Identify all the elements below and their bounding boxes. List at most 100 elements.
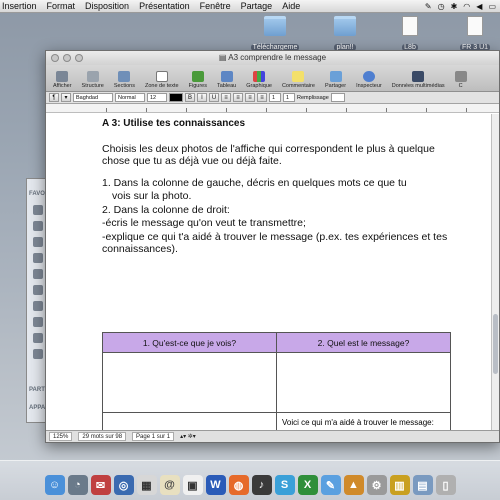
excel-icon[interactable]: X xyxy=(297,475,318,495)
desktop-icon-downloads[interactable]: Téléchargeme xyxy=(246,16,304,54)
finder-item-icon[interactable] xyxy=(33,237,43,247)
calendar-icon[interactable]: ▦ xyxy=(136,475,157,495)
bluetooth-icon[interactable]: ✱ xyxy=(451,2,458,11)
toolbar-partager[interactable]: Partager xyxy=(321,71,350,89)
scroll-thumb[interactable] xyxy=(493,314,498,374)
toolbar-figures[interactable]: Figures xyxy=(185,71,211,89)
finder-item-icon[interactable] xyxy=(33,221,43,231)
finder-item-icon[interactable] xyxy=(33,301,43,311)
text-color-well[interactable] xyxy=(169,93,183,102)
minimize-icon[interactable] xyxy=(63,54,71,62)
toolbar-colors[interactable]: C xyxy=(451,71,471,89)
finder-item-icon[interactable] xyxy=(33,333,43,343)
toolbar-multimedia[interactable]: Données multimédias xyxy=(388,71,449,89)
paragraph-style-button[interactable]: ▾ xyxy=(61,93,71,102)
app-icon[interactable]: ▥ xyxy=(389,475,410,495)
align-left-button[interactable]: ≡ xyxy=(221,93,231,102)
ruler-tick xyxy=(266,108,267,112)
align-right-button[interactable]: ≡ xyxy=(245,93,255,102)
menu-partage[interactable]: Partage xyxy=(236,1,278,11)
answer-table[interactable]: 1. Qu'est-ce que je vois? 2. Quel est le… xyxy=(102,332,451,430)
menu-fenetre[interactable]: Fenêtre xyxy=(195,1,236,11)
ruler-tick xyxy=(346,108,347,112)
safari-icon[interactable]: ◎ xyxy=(113,475,134,495)
align-center-button[interactable]: ≡ xyxy=(233,93,243,102)
table-cell[interactable] xyxy=(276,352,451,413)
zoom-select[interactable]: 125% xyxy=(49,432,73,441)
word-icon[interactable]: W xyxy=(205,475,226,495)
pages-icon[interactable]: ✎ xyxy=(320,475,341,495)
firefox-icon[interactable]: ◍ xyxy=(228,475,249,495)
menu-insertion[interactable]: Insertion xyxy=(0,1,42,11)
table-cell-help[interactable]: Voici ce qui m'a aidé à trouver le messa… xyxy=(276,412,451,430)
finder-item-icon[interactable] xyxy=(33,269,43,279)
toolbar-tableau[interactable]: Tableau xyxy=(213,71,240,89)
menu-presentation[interactable]: Présentation xyxy=(134,1,195,11)
underline-button[interactable]: U xyxy=(209,93,219,102)
table-cell[interactable] xyxy=(102,412,277,430)
justify-button[interactable]: ≡ xyxy=(257,93,267,102)
font-size-select[interactable]: 12 xyxy=(147,93,167,102)
toolbar-textbox[interactable]: Zone de texte xyxy=(141,71,183,89)
document-canvas[interactable]: A 3: Utilise tes connaissances Choisis l… xyxy=(46,114,491,430)
menu-aide[interactable]: Aide xyxy=(277,1,305,11)
document-page[interactable]: A 3: Utilise tes connaissances Choisis l… xyxy=(102,118,457,257)
downloads-stack-icon[interactable]: ▤ xyxy=(412,475,433,495)
font-family-select[interactable]: Baghdad xyxy=(73,93,113,102)
font-style-select[interactable]: Normal xyxy=(115,93,145,102)
bold-button[interactable]: B xyxy=(185,93,195,102)
line-spacing-field[interactable]: 1 xyxy=(269,93,281,102)
desktop-icon-plan[interactable]: plan!! xyxy=(316,16,374,54)
music-icon[interactable]: ♪ xyxy=(251,475,272,495)
table-icon xyxy=(220,71,233,82)
styles-drawer-button[interactable]: ¶ xyxy=(49,93,59,102)
finder-item-icon[interactable] xyxy=(33,317,43,327)
toolbar-sections[interactable]: Sections xyxy=(110,71,139,89)
timemachine-icon[interactable]: ◷ xyxy=(438,2,445,11)
table-header-cell[interactable]: 1. Qu'est-ce que je vois? xyxy=(102,332,277,353)
menu-format[interactable]: Format xyxy=(42,1,81,11)
address-book-icon[interactable]: @ xyxy=(159,475,180,495)
skype-icon[interactable]: S xyxy=(274,475,295,495)
toolbar-inspecteur[interactable]: Inspecteur xyxy=(352,71,386,89)
toolbar-structure[interactable]: Structure xyxy=(78,71,108,89)
script-icon[interactable]: ✎ xyxy=(425,2,432,11)
trash-icon[interactable]: ▯ xyxy=(435,475,456,495)
toolbar-commentaire[interactable]: Commentaire xyxy=(278,71,319,89)
vertical-scrollbar[interactable] xyxy=(491,114,499,430)
toolbar-label: Partager xyxy=(324,83,347,89)
toolbar-label: C xyxy=(458,83,463,89)
dashboard-icon[interactable]: ◔ xyxy=(67,475,88,495)
toolbar-afficher[interactable]: Afficher xyxy=(49,71,76,89)
menu-disposition[interactable]: Disposition xyxy=(80,1,134,11)
finder-item-icon[interactable] xyxy=(33,285,43,295)
toolbar-label: Structure xyxy=(81,83,104,89)
toolbar-graphique[interactable]: Graphique xyxy=(242,71,276,89)
fill-color-well[interactable] xyxy=(330,93,345,102)
wifi-icon[interactable]: ◠ xyxy=(463,2,470,11)
finder-item-icon[interactable] xyxy=(33,349,43,359)
page-nav-icon[interactable]: ▴▾ ✲▾ xyxy=(180,433,196,440)
volume-icon[interactable]: ◀ xyxy=(476,2,482,11)
table-cell[interactable] xyxy=(102,352,277,413)
shapes-icon xyxy=(191,71,204,82)
system-prefs-icon[interactable]: ⚙ xyxy=(366,475,387,495)
vlc-icon[interactable]: ▲ xyxy=(343,475,364,495)
finder-item-icon[interactable] xyxy=(33,205,43,215)
table-row: Voici ce qui m'a aidé à trouver le messa… xyxy=(102,412,451,430)
document-heading: A 3: Utilise tes connaissances xyxy=(102,118,246,129)
columns-field[interactable]: 1 xyxy=(283,93,295,102)
mail-icon[interactable]: ✉ xyxy=(90,475,111,495)
desktop-icon-fr3u1[interactable]: FR 3 U1 xyxy=(446,16,500,54)
finder-item-icon[interactable] xyxy=(33,253,43,263)
finder-icon[interactable]: ☺ xyxy=(44,475,65,495)
table-header-cell[interactable]: 2. Quel est le message? xyxy=(276,332,451,353)
desktop-icon-l8b[interactable]: L8b xyxy=(381,16,439,54)
italic-button[interactable]: I xyxy=(197,93,207,102)
close-icon[interactable] xyxy=(51,54,59,62)
zoom-icon[interactable] xyxy=(75,54,83,62)
battery-icon[interactable]: ▭ xyxy=(488,2,496,11)
preview-icon[interactable]: ▣ xyxy=(182,475,203,495)
ruler[interactable] xyxy=(46,104,499,113)
toolbar-label: Inspecteur xyxy=(356,83,382,89)
